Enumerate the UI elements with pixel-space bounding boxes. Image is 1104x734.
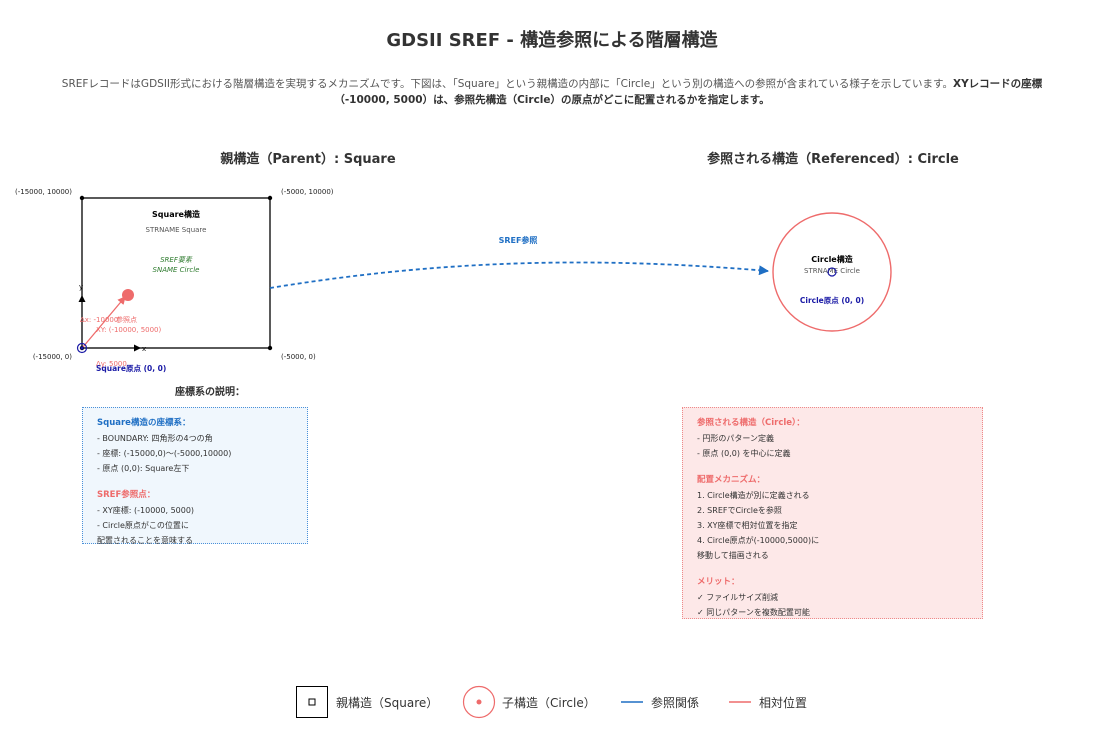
diagram-canvas: (-15000, 10000) (-5000, 10000) (-15000, … (15, 188, 892, 373)
corner-label-tr: (-5000, 10000) (281, 188, 334, 196)
square-origin-label: Square原点 (0, 0) (96, 363, 166, 373)
corner-label-br: (-5000, 0) (281, 353, 316, 361)
panel-left-line: - BOUNDARY: 四角形の4つの角 (97, 434, 213, 443)
legend-label-relative: 相対位置 (759, 695, 808, 710)
panel-right-line: - 円形のパターン定義 (697, 434, 775, 443)
coord-system-title: 座標系の説明： (175, 387, 245, 398)
panel-left-line: - 原点 (0,0): Square左下 (97, 464, 190, 473)
corner-label-tl: (-15000, 10000) (15, 188, 72, 196)
panel-right-line: ✓ 同じパターンを複数配置可能 (697, 608, 810, 617)
ref-point-xy: XY: (-10000, 5000) (96, 326, 162, 334)
legend-item-reference: 参照関係 (621, 686, 699, 718)
panel-left-heading-2: SREF参照点： (97, 490, 156, 500)
sname-label: SNAME Circle (153, 266, 200, 274)
corner-dot-tr (267, 195, 273, 201)
ref-point-label: 参照点 (116, 315, 137, 324)
square-icon (296, 686, 328, 718)
panel-right-line: 2. SREFでCircleを参照 (697, 506, 782, 515)
panel-right-line: 4. Circle原点が(-10000,5000)に (697, 536, 820, 545)
panel-left-line: - XY座標: (-10000, 5000) (97, 506, 195, 515)
panel-right-line: 移動して描画される (697, 551, 769, 560)
corner-dot-tl (79, 195, 85, 201)
panel-right-line: 3. XY座標で相対位置を指定 (697, 521, 798, 530)
circle-mechanism-panel: 参照される構造（Circle）： - 円形のパターン定義 - 原点 (0,0) … (682, 407, 983, 619)
panel-right-heading-3: メリット： (697, 577, 740, 587)
legend: 親構造（Square） 子構造（Circle） 参照関係 相対位置 (0, 685, 1104, 719)
legend-item-child: 子構造（Circle） (462, 685, 596, 719)
panel-right-heading-2: 配置メカニズム： (697, 475, 766, 485)
legend-item-parent: 親構造（Square） (296, 686, 438, 718)
circle-icon (462, 685, 496, 719)
square-origin-dot (80, 346, 84, 350)
panel-left-line: 配置されることを意味する (97, 536, 193, 545)
panel-right-heading-1: 参照される構造（Circle）： (697, 418, 805, 428)
legend-label-parent: 親構造（Square） (336, 695, 439, 710)
sref-arrow-label: SREF参照 (499, 235, 538, 245)
square-struct-label: Square構造 (152, 209, 200, 219)
panel-right-line: ✓ ファイルサイズ削減 (697, 593, 779, 602)
panel-left-line: - Circle原点がこの位置に (97, 521, 189, 530)
legend-item-relative: 相対位置 (729, 686, 807, 718)
circle-origin-label: Circle原点 (0, 0) (800, 295, 864, 305)
sref-reference-arrow (269, 261, 769, 289)
x-axis-label: x (142, 345, 146, 353)
legend-label-reference: 参照関係 (651, 695, 700, 710)
panel-left-heading-1: Square構造の座標系： (97, 418, 191, 428)
panel-right-line: 1. Circle構造が別に定義される (697, 491, 810, 500)
corner-dot-br (267, 345, 273, 351)
sref-reference-point (122, 289, 134, 301)
relative-line-icon (729, 701, 751, 703)
reference-line-icon (621, 701, 643, 703)
circle-struct-label: Circle構造 (811, 254, 852, 264)
legend-label-child: 子構造（Circle） (502, 695, 596, 710)
square-strname: STRNAME Square (146, 226, 207, 234)
corner-label-bl: (-15000, 0) (33, 353, 72, 361)
panel-left-line: - 座標: (-15000,0)〜(-5000,10000) (97, 449, 232, 458)
square-coord-panel: Square構造の座標系： - BOUNDARY: 四角形の4つの角 - 座標:… (82, 407, 308, 545)
dx-label: Δx: -10000 (80, 316, 118, 324)
y-axis-label: y (79, 283, 83, 291)
sref-element-label: SREF要素 (160, 256, 193, 264)
panel-right-line: - 原点 (0,0) を中心に定義 (697, 449, 791, 458)
